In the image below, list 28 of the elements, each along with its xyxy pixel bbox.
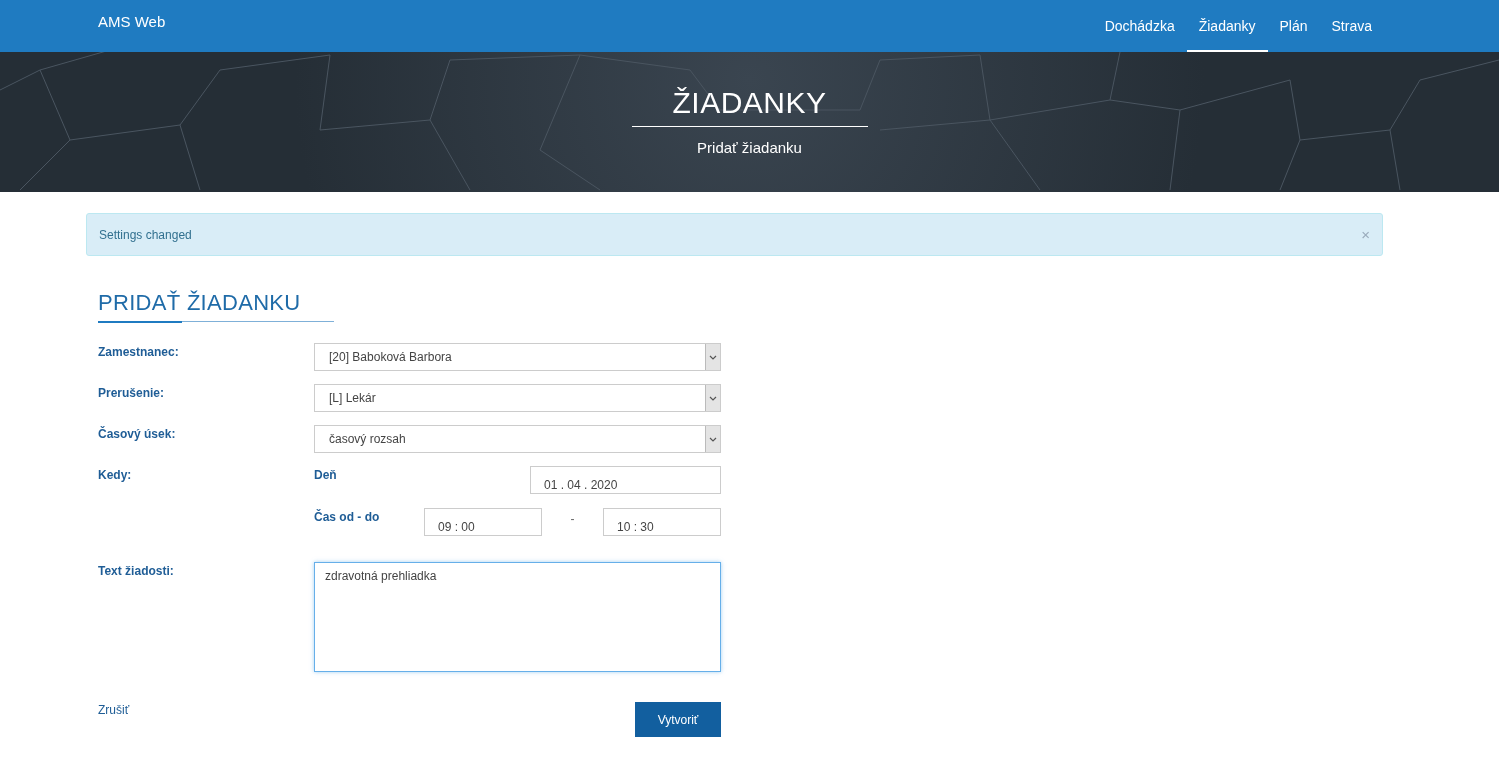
field-label: Čas od - do xyxy=(314,508,380,526)
field-label: Deň xyxy=(314,467,337,484)
cancel-link[interactable]: Zrušiť xyxy=(98,702,130,717)
date-input[interactable]: 01 . 04 . 2020 xyxy=(530,466,721,494)
form-heading: PRIDAŤ ŽIADANKU xyxy=(98,290,302,316)
caret-icon xyxy=(705,426,720,452)
range-separator: - xyxy=(569,511,576,526)
create-button[interactable]: Vytvoriť xyxy=(635,702,721,737)
alert-message: Settings changed xyxy=(99,227,192,242)
dropdown[interactable]: [20] Baboková Barbora xyxy=(314,343,721,371)
field-label: Časový úsek: xyxy=(98,425,177,443)
dropdown[interactable]: [L] Lekár xyxy=(314,384,721,412)
page-title: ŽIADANKY xyxy=(672,86,827,120)
nav-link[interactable]: Plán xyxy=(1267,0,1320,52)
field-label: Zamestnanec: xyxy=(98,344,180,361)
dropdown[interactable]: časový rozsah xyxy=(314,425,721,453)
field-label: Text žiadosti: xyxy=(98,563,175,580)
page-subtitle: Pridať žiadanku xyxy=(697,139,802,156)
field-label: Kedy: xyxy=(98,467,133,484)
caret-icon xyxy=(705,344,720,370)
text-area[interactable]: zdravotná prehliadka xyxy=(314,562,721,672)
field-label: Prerušenie: xyxy=(98,385,166,402)
nav-link[interactable]: Strava xyxy=(1319,0,1384,52)
brand-link[interactable]: AMS Web xyxy=(98,0,166,52)
time-input[interactable]: 09 : 00 xyxy=(424,508,542,536)
caret-icon xyxy=(705,385,720,411)
nav-link[interactable]: Dochádzka xyxy=(1092,0,1187,52)
time-input[interactable]: 10 : 30 xyxy=(603,508,721,536)
